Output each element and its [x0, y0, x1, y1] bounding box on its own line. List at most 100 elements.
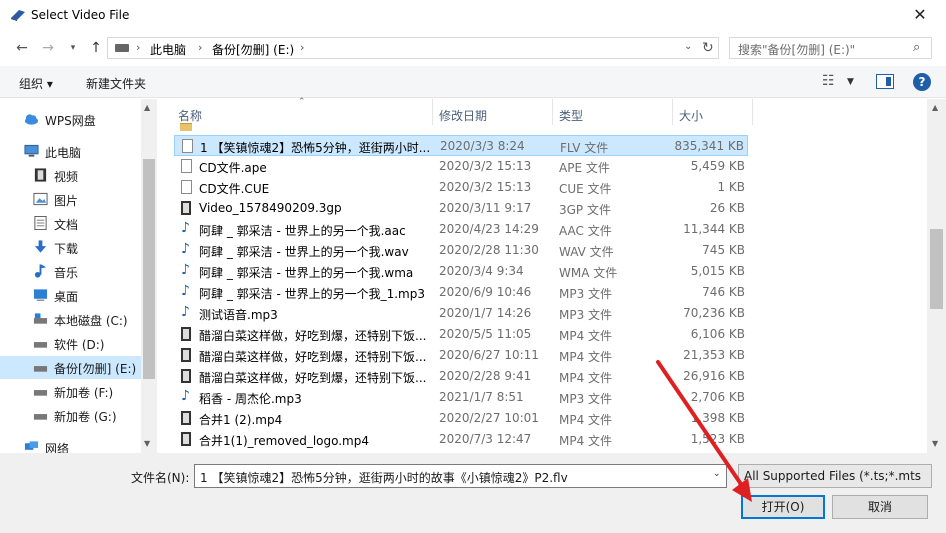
video-file-icon [181, 327, 191, 341]
scroll-up-icon[interactable]: ▲ [144, 103, 150, 112]
column-divider[interactable] [752, 99, 753, 125]
cancel-button[interactable]: 取消 [832, 495, 928, 519]
file-name: 醋溜白菜这样做，好吃到爆，还特别下饭... [199, 329, 427, 343]
column-divider[interactable] [672, 99, 673, 125]
file-name: 合并1(1)_removed_logo.mp4 [199, 434, 369, 448]
new-folder-button[interactable]: 新建文件夹 [86, 75, 146, 92]
breadcrumb-this-pc[interactable]: 此电脑 [150, 41, 186, 58]
nav-item-drive-f[interactable]: 新加卷 (F:) [0, 380, 141, 403]
file-row[interactable]: Video_1578490209.3gp 2020/3/11 9:17 3GP 文件… [174, 198, 748, 219]
file-name: 醋溜白菜这样做，好吃到爆，还特别下饭... [199, 371, 427, 385]
file-list-scrollbar[interactable]: ▲ ▼ [927, 99, 946, 453]
nav-label: 音乐 [54, 266, 79, 280]
nav-item-this-pc[interactable]: 此电脑 [0, 140, 141, 163]
filename-label: 文件名(N): [131, 471, 190, 485]
nav-scrollbar[interactable]: ▲ ▼ [141, 99, 157, 453]
scrollbar-thumb[interactable] [143, 159, 155, 379]
file-row[interactable]: ♪ 阿肆 _ 郭采洁 - 世界上的另一个我.wma 2020/3/4 9:34 WMA… [174, 261, 748, 282]
file-date: 2020/5/5 11:05 [439, 327, 532, 341]
video-folder-icon [34, 168, 47, 182]
file-row[interactable]: ♪ 阿肆 _ 郭采洁 - 世界上的另一个我.wav 2020/2/28 11:30 W… [174, 240, 748, 261]
breadcrumb-drive-e[interactable]: 备份[勿删] (E:) [212, 41, 294, 58]
file-name: Video_1578490209.3gp [199, 201, 342, 215]
file-size: 835,341 KB [674, 139, 744, 153]
file-date: 2020/3/11 9:17 [439, 201, 532, 215]
file-name: 阿肆 _ 郭采洁 - 世界上的另一个我_1.mp3 [199, 287, 425, 301]
file-size: 70,236 KB [683, 306, 745, 320]
audio-file-icon: ♪ [181, 304, 190, 320]
address-bar[interactable]: › 此电脑 › 备份[勿删] (E:) › ⌄ ↻ [107, 37, 719, 59]
nav-item-videos[interactable]: 视频 [0, 164, 141, 187]
search-icon[interactable]: ⌕ [913, 40, 920, 55]
audio-file-icon: ♪ [181, 262, 190, 278]
scroll-up-icon[interactable]: ▲ [932, 103, 938, 112]
nav-item-pictures[interactable]: 图片 [0, 188, 141, 211]
file-date: 2020/4/23 14:29 [439, 222, 539, 236]
network-icon [24, 441, 39, 450]
audio-file-icon: ♪ [181, 388, 190, 404]
forward-button[interactable]: → [38, 38, 58, 58]
organize-button[interactable]: 组织 ▾ [19, 75, 53, 92]
sort-arrow-icon: ⌃ [298, 97, 306, 107]
nav-item-music[interactable]: 音乐 [0, 260, 141, 283]
column-header-date[interactable]: 修改日期 [439, 107, 487, 124]
nav-item-drive-e[interactable]: 备份[勿删] (E:) [0, 356, 141, 379]
scroll-down-icon[interactable]: ▼ [932, 439, 938, 448]
video-file-icon [181, 348, 191, 362]
refresh-icon[interactable]: ↻ [702, 40, 714, 56]
app-icon [11, 10, 25, 21]
file-type: MP4 文件 [559, 371, 613, 385]
drive-icon [33, 366, 48, 372]
file-type: 3GP 文件 [559, 203, 611, 217]
file-size: 5,015 KB [690, 264, 745, 278]
nav-item-downloads[interactable]: 下载 [0, 236, 141, 259]
column-divider[interactable] [432, 99, 433, 125]
file-date: 2020/3/4 9:34 [439, 264, 524, 278]
file-type: CUE 文件 [559, 182, 612, 196]
search-input[interactable]: 搜索"备份[勿删] (E:)" ⌕ [729, 37, 932, 59]
file-row[interactable]: ♪ 阿肆 _ 郭采洁 - 世界上的另一个我.aac 2020/4/23 14:29 A… [174, 219, 748, 240]
preview-pane-icon[interactable] [876, 74, 894, 89]
nav-item-desktop[interactable]: 桌面 [0, 284, 141, 307]
nav-item-wps-cloud[interactable]: WPS网盘 [0, 108, 141, 131]
column-header-name[interactable]: 名称 [178, 107, 202, 124]
nav-item-drive-g[interactable]: 新加卷 (G:) [0, 404, 141, 427]
back-button[interactable]: ← [12, 38, 32, 58]
file-row[interactable]: ♪ 阿肆 _ 郭采洁 - 世界上的另一个我_1.mp3 2020/6/9 10:46… [174, 282, 748, 303]
nav-label: 本地磁盘 (C:) [54, 314, 128, 328]
column-header-size[interactable]: 大小 [679, 107, 703, 124]
scrollbar-thumb[interactable] [930, 229, 943, 309]
view-options-icon[interactable]: ☷ [822, 73, 835, 89]
desktop-icon [33, 289, 48, 301]
nav-label: 新加卷 (F:) [54, 386, 114, 400]
file-type: WAV 文件 [559, 245, 614, 259]
file-type: WMA 文件 [559, 266, 618, 280]
file-date: 2020/2/27 10:01 [439, 411, 539, 425]
file-row[interactable]: CD文件.CUE 2020/3/2 15:13 CUE 文件 1 KB [174, 177, 748, 198]
nav-label: 备份[勿删] (E:) [54, 362, 137, 376]
view-dropdown-icon[interactable]: ▼ [847, 77, 854, 87]
column-header-type[interactable]: 类型 [559, 107, 583, 124]
nav-item-documents[interactable]: 文档 [0, 212, 141, 235]
file-row[interactable]: 1 【笑镇惊魂2】恐怖5分钟，逛街两小时... 2020/3/3 8:24 FLV … [174, 135, 748, 156]
scroll-down-icon[interactable]: ▼ [144, 439, 150, 448]
file-row[interactable]: CD文件.ape 2020/3/2 15:13 APE 文件 5,459 KB [174, 156, 748, 177]
file-date: 2020/2/28 11:30 [439, 243, 539, 257]
download-icon [34, 240, 47, 253]
nav-item-drive-d[interactable]: 软件 (D:) [0, 332, 141, 355]
nav-label: 桌面 [54, 290, 79, 304]
breadcrumb-separator: › [136, 41, 141, 54]
file-name: CD文件.ape [199, 161, 267, 175]
help-icon[interactable]: ? [913, 73, 931, 91]
column-divider[interactable] [552, 99, 553, 125]
close-button[interactable]: ✕ [905, 4, 935, 26]
file-row[interactable]: 醋溜白菜这样做，好吃到爆，还特别下饭... 2020/5/5 11:05 MP4 文… [174, 324, 748, 345]
recent-locations-button[interactable]: ▾ [63, 38, 83, 58]
file-row[interactable]: ♪ 测试语音.mp3 2020/1/7 14:26 MP3 文件 70,236 KB [174, 303, 748, 324]
up-button[interactable]: ↑ [86, 38, 106, 58]
chevron-down-icon[interactable]: ⌄ [684, 41, 692, 52]
file-name: 稻香 - 周杰伦.mp3 [199, 392, 302, 406]
drive-icon [33, 414, 48, 420]
drive-icon [33, 390, 48, 396]
nav-item-drive-c[interactable]: 本地磁盘 (C:) [0, 308, 141, 331]
